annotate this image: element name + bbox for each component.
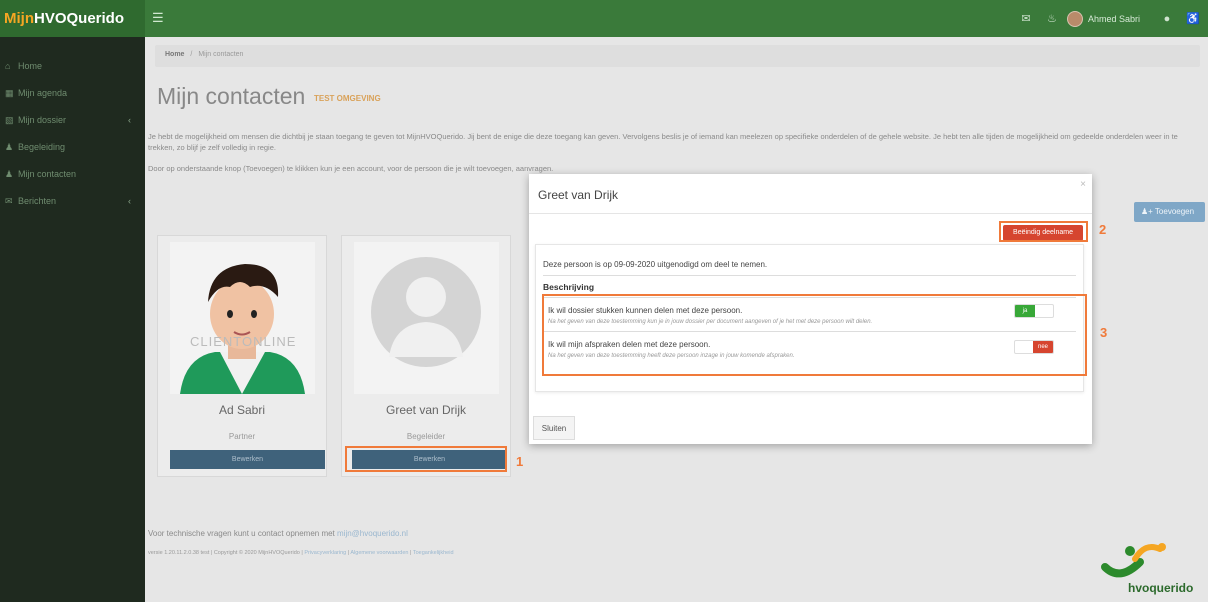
brand-part1: Mijn	[4, 10, 34, 27]
group-icon: ♟	[5, 169, 14, 179]
annotation-number-3: 3	[1100, 325, 1108, 340]
modal-title: Greet van Drijk	[538, 188, 619, 202]
brand-logo[interactable]: MijnHVOQuerido	[0, 0, 145, 37]
version-text: versie 1.20.11.2.0.38 test | Copyright ©…	[148, 550, 303, 556]
sidebar-item-home[interactable]: ⌂ Home	[0, 50, 145, 77]
breadcrumb-separator: /	[190, 51, 193, 58]
privacy-link[interactable]: Privacyverklaring	[304, 550, 346, 556]
close-icon[interactable]: ×	[1080, 179, 1086, 190]
breadcrumb-current: Mijn contacten	[198, 51, 244, 58]
sidebar-item-label: Mijn agenda	[18, 88, 68, 98]
breadcrumb: Home / Mijn contacten	[155, 45, 1200, 67]
contact-name: Ad Sabri	[218, 403, 266, 417]
footer-version: versie 1.20.11.2.0.38 test | Copyright ©…	[148, 550, 454, 556]
contact-role: Partner	[228, 432, 256, 441]
modal-divider	[529, 213, 1092, 214]
intro-text: Je hebt de mogelijkheid om mensen die di…	[148, 132, 1178, 152]
accessibility-link[interactable]: Toegankelijkheid	[413, 550, 454, 556]
avatar-illustration: CLIENTONLINE	[170, 242, 315, 394]
bell-icon[interactable]: ♨	[1041, 8, 1063, 30]
add-contact-button[interactable]: ♟+ Toevoegen	[1134, 202, 1205, 222]
contact-card: Greet van Drijk Begeleider Bewerken	[341, 235, 511, 477]
description-title: Beschrijving	[543, 282, 595, 292]
sidebar-item-label: Berichten	[18, 196, 57, 206]
sidebar-item-begeleiding[interactable]: ♟ Begeleiding	[0, 131, 145, 158]
contact-role: Begeleider	[406, 432, 446, 441]
breadcrumb-home[interactable]: Home	[165, 51, 184, 58]
add-button-label: Toevoegen	[1154, 207, 1195, 216]
folder-icon: ▧	[5, 115, 14, 125]
mail-icon[interactable]: ✉	[1015, 8, 1037, 30]
info-icon[interactable]: ●	[1156, 8, 1178, 30]
annotation-box-2	[999, 221, 1088, 242]
page-title: Mijn contacten	[157, 83, 306, 109]
add-user-icon: ♟+	[1141, 207, 1153, 216]
user-name[interactable]: Ahmed Sabri	[1088, 14, 1140, 24]
contact-card: CLIENTONLINE Ad Sabri Partner Bewerken	[157, 235, 327, 477]
annotation-box-3	[542, 294, 1087, 376]
annotation-box-1	[345, 446, 507, 472]
users-icon: ♟	[5, 142, 14, 152]
chevron-left-icon: ‹	[128, 196, 131, 206]
sidebar-item-label: Mijn dossier	[18, 115, 67, 125]
sidebar-item-berichten[interactable]: ✉ Berichten ‹	[0, 185, 145, 212]
sidebar-item-dossier[interactable]: ▧ Mijn dossier ‹	[0, 104, 145, 131]
sidebar: ⌂ Home ▦ Mijn agenda ▧ Mijn dossier ‹ ♟ Begel…	[0, 37, 145, 602]
footer-email-link[interactable]: mijn@hvoquerido.nl	[337, 529, 408, 538]
user-avatar[interactable]	[1066, 10, 1083, 27]
footer-contact: Voor technische vragen kunt u contact op…	[148, 529, 408, 538]
top-navbar: MijnHVOQuerido ☰ ✉ ♨ Ahmed Sabri ● ♿	[0, 0, 1208, 37]
brand-part2: HVOQuerido	[34, 10, 125, 27]
invite-text: Deze persoon is op 09-09-2020 uitgenodig…	[543, 260, 768, 269]
calendar-icon: ▦	[5, 88, 14, 98]
contact-name: Greet van Drijk	[385, 403, 467, 417]
divider	[543, 275, 1076, 276]
terms-link[interactable]: Algemene voorwaarden	[350, 550, 408, 556]
sidebar-item-label: Home	[18, 61, 43, 71]
sidebar-item-contacten[interactable]: ♟ Mijn contacten	[0, 158, 145, 185]
footer-question: Voor technische vragen kunt u contact op…	[148, 529, 335, 538]
hvoquerido-logo: hvoquerido	[1090, 537, 1200, 599]
annotation-number-1: 1	[516, 454, 524, 469]
intro-text-2: Door op onderstaande knop (Toevoegen) te…	[148, 164, 554, 173]
envelope-icon: ✉	[5, 196, 13, 206]
accessibility-icon[interactable]: ♿	[1182, 8, 1204, 30]
menu-toggle-icon[interactable]: ☰	[152, 10, 164, 26]
env-badge: TEST OMGEVING	[314, 94, 381, 103]
clientonline-watermark: CLIENTONLINE	[190, 334, 297, 349]
sidebar-item-label: Mijn contacten	[18, 169, 77, 179]
logo-text: hvoquerido	[1128, 581, 1194, 595]
top-right-tools: ✉ ♨ Ahmed Sabri ● ♿	[1015, 0, 1208, 37]
avatar-placeholder	[354, 242, 499, 394]
edit-button[interactable]: Bewerken	[170, 450, 325, 469]
home-icon: ⌂	[5, 61, 11, 71]
annotation-number-2: 2	[1099, 222, 1107, 237]
chevron-left-icon: ‹	[128, 115, 131, 125]
close-button[interactable]: Sluiten	[533, 416, 575, 440]
sidebar-item-agenda[interactable]: ▦ Mijn agenda	[0, 77, 145, 104]
sidebar-item-label: Begeleiding	[18, 142, 66, 152]
